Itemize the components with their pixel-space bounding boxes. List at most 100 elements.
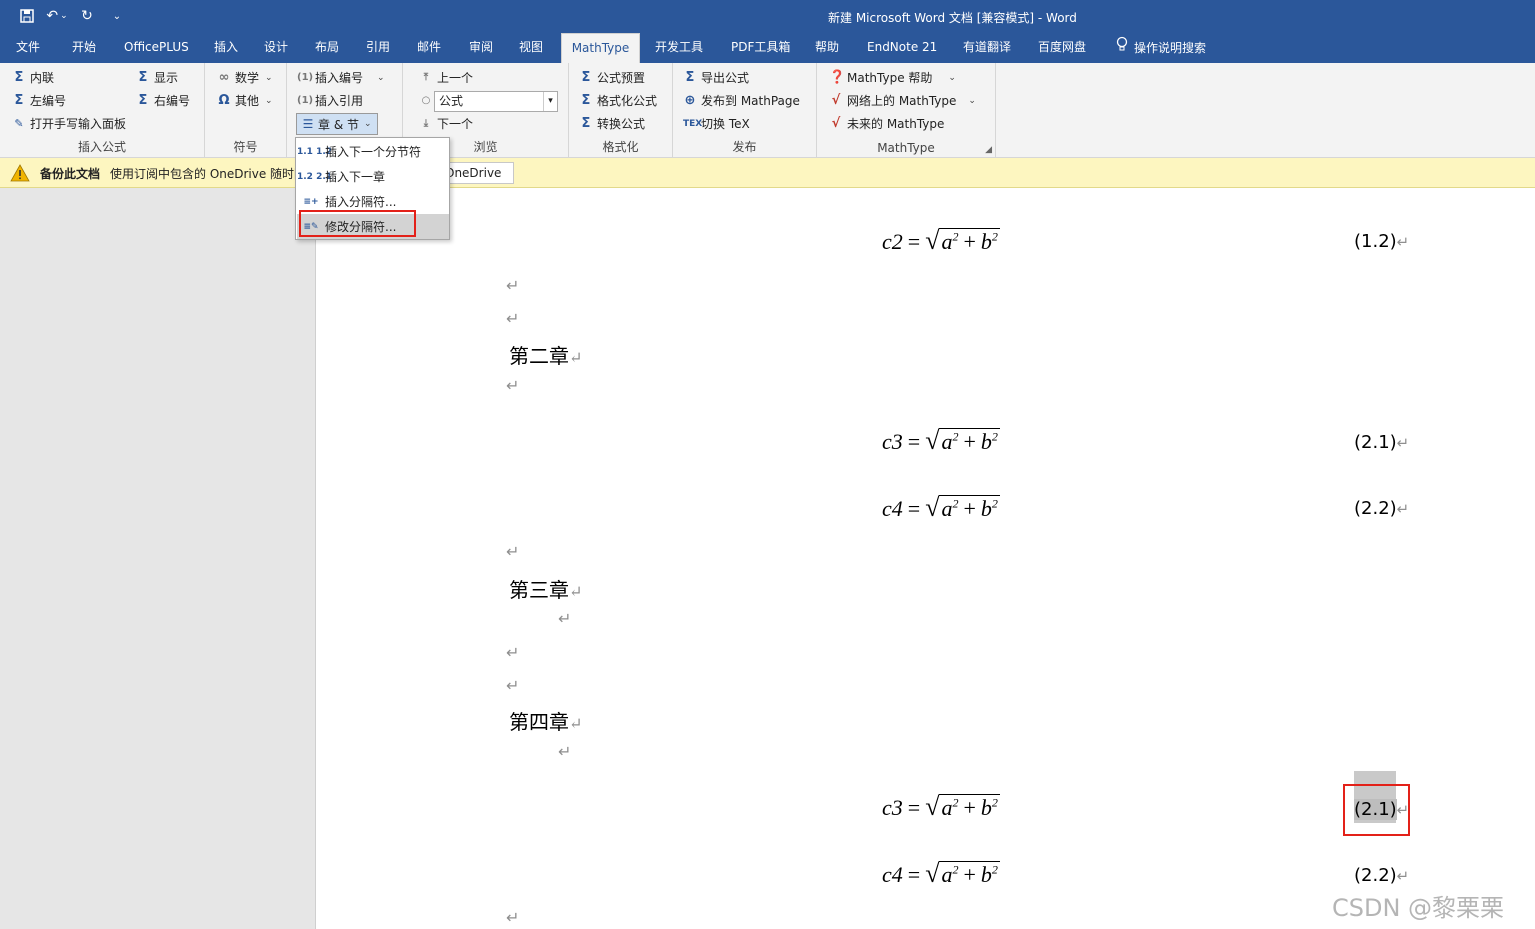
equation-c4[interactable]: c4 = √a2 + b2 — [882, 493, 1000, 523]
tell-me-search[interactable]: 操作说明搜索 — [1110, 33, 1212, 63]
onedrive-button[interactable]: OneDrive — [440, 162, 514, 184]
radical-icon: √ — [925, 226, 940, 255]
tab-baidu[interactable]: 百度网盘 — [1032, 33, 1092, 63]
ribbon-tabs: 文件 开始 OfficePLUS 插入 设计 布局 引用 邮件 审阅 视图 Ma… — [0, 33, 1535, 63]
handwriting-panel-button[interactable]: ✎ 打开手写输入面板 — [12, 114, 126, 134]
tab-mailings[interactable]: 邮件 — [411, 33, 447, 63]
up-arrow-icon: ⤒ — [423, 72, 429, 83]
paragraph-mark: ↵ — [506, 908, 520, 927]
group-publish: Σ 导出公式 ⊕ 发布到 MathPage TEX 切换 TeX 发布 — [673, 63, 817, 158]
tab-youdao[interactable]: 有道翻译 — [957, 33, 1017, 63]
save-icon[interactable] — [14, 5, 40, 27]
tab-officeplus[interactable]: OfficePLUS — [118, 33, 195, 63]
other-symbols-button[interactable]: Ω 其他 ⌄ — [217, 91, 272, 111]
publish-mathpage-button[interactable]: ⊕ 发布到 MathPage — [683, 91, 800, 111]
tab-review[interactable]: 审阅 — [463, 33, 499, 63]
tab-mathtype[interactable]: MathType — [561, 33, 640, 63]
next-button[interactable]: ⤓ 下一个 — [419, 114, 473, 134]
equation-c4[interactable]: c4 = √a2 + b2 — [882, 859, 1000, 889]
paragraph-mark: ↵ — [506, 309, 520, 328]
tab-layout[interactable]: 布局 — [309, 33, 345, 63]
redo-icon[interactable]: ↻ — [74, 5, 100, 27]
insert-break-icon: ≡+ — [303, 196, 319, 207]
undo-icon[interactable]: ↶ ⌄ — [44, 5, 70, 27]
tab-pdf-tools[interactable]: PDF工具箱 — [725, 33, 796, 63]
tab-view[interactable]: 视图 — [513, 33, 549, 63]
sigma-preset-icon: Σ — [581, 70, 591, 85]
mathtype-future-icon: √ — [831, 116, 841, 131]
tab-help[interactable]: 帮助 — [809, 33, 845, 63]
chapter-section-button[interactable]: ☰ 章 & 节 ⌄ — [296, 113, 378, 135]
tab-home[interactable]: 开始 — [66, 33, 102, 63]
tex-icon: TEX — [683, 119, 703, 129]
mathtype-future-button[interactable]: √ 未来的 MathType — [829, 114, 945, 134]
radical-icon: √ — [925, 426, 940, 455]
browse-type-select[interactable]: 公式 ▾ — [434, 91, 558, 112]
tab-insert[interactable]: 插入 — [208, 33, 244, 63]
paragraph-mark: ↵ — [506, 542, 520, 561]
sigma-convert-icon: Σ — [581, 116, 591, 131]
equation-c3[interactable]: c3 = √a2 + b2 — [882, 792, 1000, 822]
equation-c3[interactable]: c3 = √a2 + b2 — [882, 426, 1000, 456]
sigma-icon: Σ — [14, 70, 24, 85]
sigma-format-icon: Σ — [581, 93, 591, 108]
title-bar: ↶ ⌄ ↻ ⌄ 新建 Microsoft Word 文档 [兼容模式] - Wor… — [0, 0, 1535, 33]
previous-button[interactable]: ⤒ 上一个 — [419, 68, 473, 88]
customize-qat-icon[interactable]: ⌄ — [104, 5, 130, 27]
menu-item-insert-next-chapter[interactable]: 1.2 2.1 插入下一章 — [297, 164, 449, 189]
group-mathtype: ❓ MathType 帮助 ⌄ √ 网络上的 MathType ⌄ √ 未来的 MathT… — [817, 63, 996, 158]
paragraph-mark: ↵ — [506, 643, 520, 662]
sigma-export-icon: Σ — [685, 70, 695, 85]
browse-type-radio[interactable]: ○ — [419, 91, 433, 111]
equation-c2[interactable]: c2 = √a2 + b2 — [882, 226, 1000, 256]
equation-number[interactable]: (2.2)↵ — [1354, 865, 1409, 886]
menu-item-insert-next-section[interactable]: 1.1 1.2 插入下一个分节符 — [297, 139, 449, 164]
equation-number[interactable]: (1.2)↵ — [1354, 231, 1409, 252]
equation-number[interactable]: (2.2)↵ — [1354, 498, 1409, 519]
insert-reference-button[interactable]: (1) 插入引用 — [297, 91, 363, 111]
document-page[interactable]: c2 = √a2 + b2 (1.2)↵ ↵ ↵ 第二章↵ ↵ c3 = √a2 + b2 (2… — [316, 188, 1535, 929]
chapter-section-menu: 1.1 1.2 插入下一个分节符 1.2 2.1 插入下一章 ≡+ 插入分隔符.… — [295, 137, 450, 240]
insert-number-button[interactable]: (1) 插入编号 ⌄ — [297, 68, 385, 88]
format-equations-button[interactable]: Σ 格式化公式 — [579, 91, 657, 111]
quick-access-toolbar: ↶ ⌄ ↻ ⌄ — [14, 5, 130, 27]
convert-equations-button[interactable]: Σ 转换公式 — [579, 114, 645, 134]
reference-icon: (1) — [297, 95, 314, 106]
left-number-button[interactable]: Σ 左编号 — [12, 91, 66, 111]
chapter-heading[interactable]: 第四章↵ — [509, 706, 582, 735]
group-format: Σ 公式预置 Σ 格式化公式 Σ 转换公式 格式化 — [569, 63, 673, 158]
paragraph-mark: ↵ — [506, 676, 520, 695]
lightbulb-icon — [1116, 34, 1128, 63]
group-label: 插入公式 — [77, 140, 126, 154]
infinity-icon: ∞ — [218, 70, 230, 85]
list-icon: ☰ — [302, 117, 314, 131]
toggle-tex-button[interactable]: TEX 切换 TeX — [683, 114, 750, 134]
chapter-heading[interactable]: 第三章↵ — [509, 574, 582, 603]
tab-developer[interactable]: 开发工具 — [649, 33, 709, 63]
tab-design[interactable]: 设计 — [258, 33, 294, 63]
equation-presets-button[interactable]: Σ 公式预置 — [579, 68, 645, 88]
group-label: 符号 — [233, 140, 258, 154]
tab-references[interactable]: 引用 — [360, 33, 396, 63]
dialog-launcher-icon[interactable]: ◢ — [985, 145, 992, 155]
math-symbols-button[interactable]: ∞ 数学 ⌄ — [217, 68, 273, 88]
circle-icon: ○ — [421, 95, 431, 106]
display-button[interactable]: Σ 显示 — [136, 68, 178, 88]
tab-endnote[interactable]: EndNote 21 — [861, 33, 943, 63]
mathtype-online-button[interactable]: √ 网络上的 MathType ⌄ — [829, 91, 976, 111]
highlight-box — [1343, 784, 1410, 836]
message-text: 使用订阅中包含的 OneDrive 随时随 — [110, 167, 307, 181]
chevron-down-icon[interactable]: ▾ — [543, 92, 557, 111]
group-label: 发布 — [732, 140, 757, 154]
message-title: 备份此文档 — [40, 167, 101, 181]
right-number-button[interactable]: Σ 右编号 — [136, 91, 190, 111]
tab-file[interactable]: 文件 — [10, 33, 46, 63]
equation-number[interactable]: (2.1)↵ — [1354, 432, 1409, 453]
chapter-heading[interactable]: 第二章↵ — [509, 340, 582, 369]
radical-icon: √ — [925, 792, 940, 821]
inline-button[interactable]: Σ 内联 — [12, 68, 54, 88]
export-equations-button[interactable]: Σ 导出公式 — [683, 68, 749, 88]
ribbon: Σ 内联 Σ 显示 Σ 左编号 Σ 右编号 ✎ 打开手写输入面板 插入公式 ∞ 数学 ⌄ Ω其… — [0, 63, 1535, 158]
radical-icon: √ — [925, 859, 940, 888]
mathtype-help-button[interactable]: ❓ MathType 帮助 ⌄ — [829, 68, 956, 88]
